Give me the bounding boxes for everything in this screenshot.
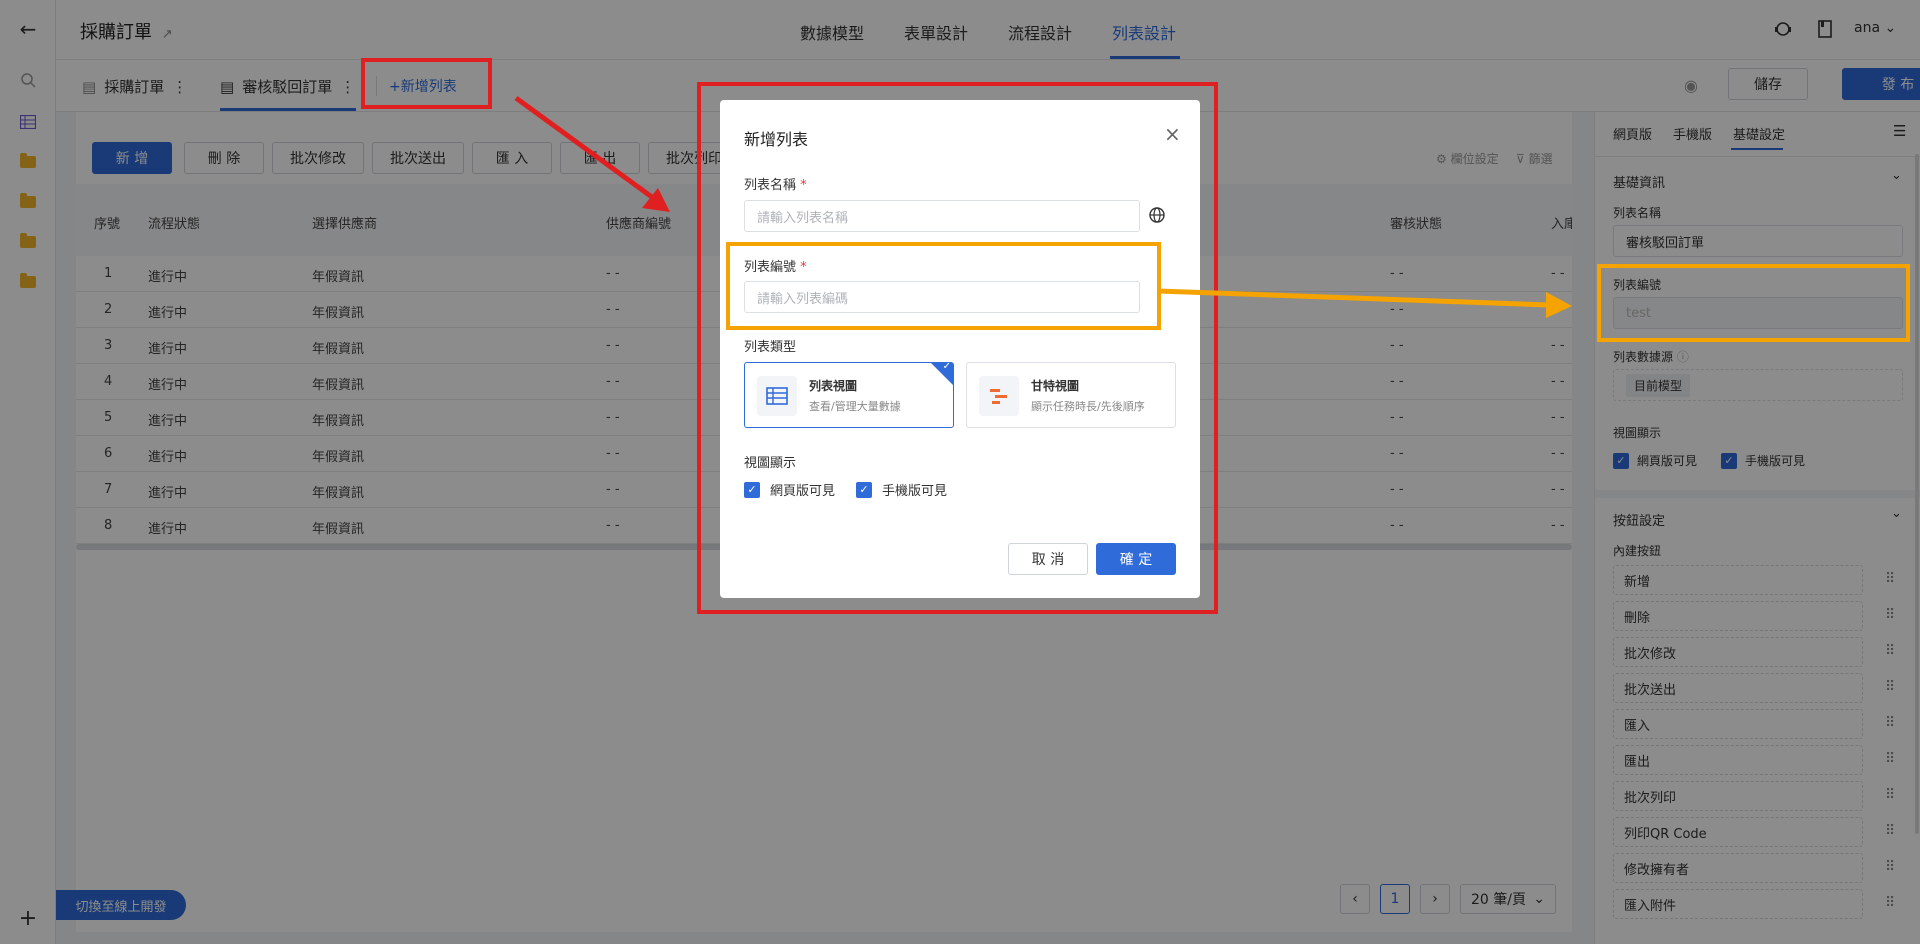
orange-arrow-line bbox=[1157, 288, 1549, 308]
annotation-arrows bbox=[514, 95, 1572, 318]
orange-arrow-head bbox=[1546, 292, 1572, 318]
red-arrow-line bbox=[514, 95, 658, 203]
